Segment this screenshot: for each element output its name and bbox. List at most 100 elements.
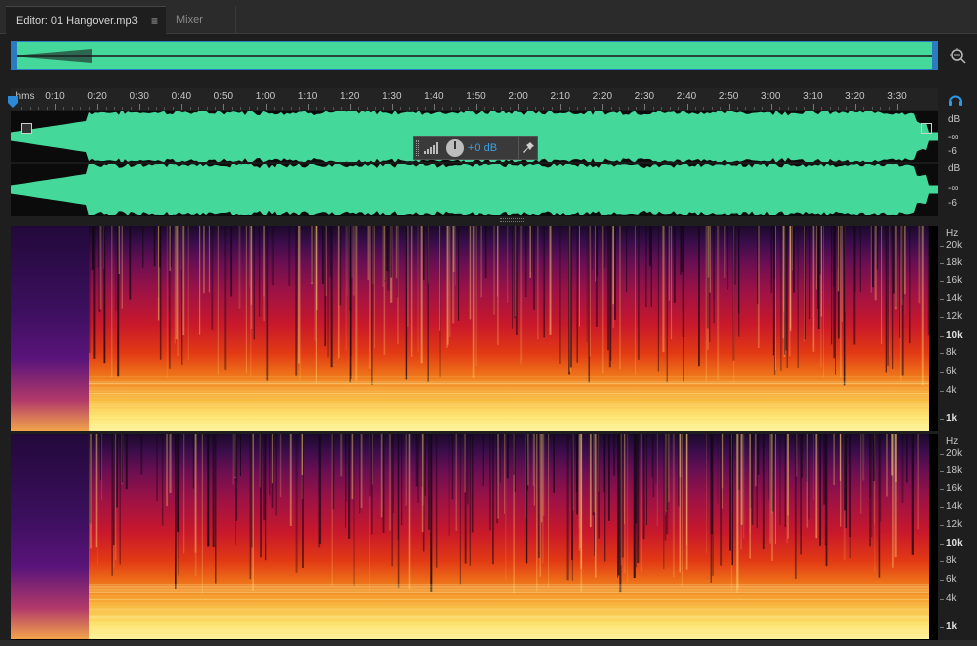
headphones-icon[interactable] — [948, 93, 963, 107]
spectral-band — [89, 415, 929, 417]
spectral-transient — [183, 434, 185, 554]
timeline-minor-tick — [248, 107, 250, 110]
spectral-transient — [610, 226, 612, 361]
hud-separator — [518, 137, 519, 159]
spectral-transient — [452, 226, 455, 272]
spectral-transient — [520, 226, 522, 365]
spectral-band — [89, 618, 929, 620]
spectral-band — [89, 410, 929, 412]
spectral-band — [89, 382, 929, 384]
spectral-transient — [249, 226, 250, 288]
spectral-transient — [840, 434, 842, 527]
timeline-minor-tick — [450, 107, 452, 110]
playhead-marker[interactable] — [8, 96, 18, 108]
timeline-tick-label: 2:40 — [676, 91, 697, 102]
volume-hud[interactable]: +0 dB — [413, 136, 538, 160]
spectral-transient — [384, 226, 386, 281]
spectral-transient — [614, 226, 616, 320]
spectral-transients-2 — [89, 434, 929, 635]
spectral-transient — [779, 434, 781, 525]
zoom-navigator-icon[interactable] — [949, 47, 967, 65]
bottom-border — [0, 640, 977, 646]
hz-tick — [940, 525, 944, 526]
spectral-transient — [655, 434, 657, 484]
timeline-tick — [644, 104, 646, 110]
fade-out-handle[interactable] — [921, 123, 932, 134]
spectral-transient — [666, 434, 668, 510]
spectral-channel-right[interactable] — [11, 434, 938, 639]
tab-mixer-label: Mixer — [176, 14, 203, 26]
timeline-minor-tick — [610, 107, 612, 110]
spectral-transient — [819, 226, 821, 275]
spectral-band — [89, 411, 929, 413]
volume-value[interactable]: +0 dB — [468, 142, 497, 154]
spectral-transient — [140, 434, 143, 475]
timeline-minor-tick — [678, 107, 680, 110]
spectral-transient — [405, 226, 408, 380]
spectral-transient — [640, 434, 642, 572]
timeline-minor-tick — [888, 107, 890, 110]
spectral-frequency-display[interactable] — [11, 226, 938, 640]
overview-waveform — [12, 49, 937, 63]
spectral-transient — [156, 434, 158, 501]
spectral-band — [89, 621, 929, 623]
spectral-transient — [489, 434, 491, 531]
spectral-transient — [595, 226, 598, 327]
timeline-minor-tick — [156, 107, 158, 110]
timeline-tick-label: 0:10 — [45, 91, 65, 102]
spectral-transient — [211, 226, 214, 330]
spectral-transient — [819, 434, 821, 546]
hz-tick-label: 6k — [946, 366, 957, 377]
tab-mixer[interactable]: Mixer — [166, 6, 236, 34]
spectral-transient — [736, 434, 739, 590]
spectral-transient — [469, 226, 472, 320]
panel-split-handle[interactable] — [500, 218, 524, 222]
spectral-transient — [157, 226, 160, 321]
spectral-transient — [199, 226, 201, 335]
spectral-transient — [717, 226, 720, 380]
spectral-transient — [537, 226, 539, 340]
spectral-transient — [823, 434, 826, 505]
waveform-channel-right[interactable] — [11, 164, 938, 215]
hz-tick-label: 8k — [946, 347, 957, 358]
spectral-transient — [119, 434, 121, 565]
spectral-transient — [448, 434, 450, 537]
timeline-tick — [854, 104, 856, 110]
volume-knob[interactable] — [446, 139, 464, 157]
spectral-transient — [263, 434, 266, 521]
spectral-transient — [553, 434, 555, 493]
spectral-transient — [187, 226, 189, 360]
spectral-channel-left[interactable] — [11, 226, 938, 431]
hz-tick — [940, 299, 944, 300]
spectral-transient — [768, 434, 770, 501]
overview-navigator[interactable] — [11, 41, 938, 70]
spectral-transient — [670, 226, 673, 340]
spectral-transient — [217, 226, 219, 375]
spectral-transient — [175, 434, 177, 589]
spectral-band — [89, 587, 929, 588]
overview-right-handle[interactable] — [932, 42, 937, 69]
spectral-transient — [369, 226, 371, 369]
spectral-band — [89, 379, 929, 381]
spectral-transient — [833, 226, 835, 288]
hz-tick — [940, 489, 944, 490]
spectral-transient — [789, 226, 792, 332]
db-minus6-label-2: -6 — [948, 198, 957, 209]
spectral-transient — [166, 434, 168, 507]
hud-grip-handle[interactable] — [416, 140, 419, 156]
pin-icon[interactable] — [523, 141, 535, 155]
spectral-band — [89, 403, 929, 405]
waveform-display[interactable] — [11, 111, 938, 216]
hz-unit-label: Hz — [946, 436, 959, 447]
tab-menu-icon[interactable]: ≡ — [151, 7, 158, 35]
tab-editor[interactable]: Editor: 01 Hangover.mp3 ≡ — [6, 6, 166, 34]
overview-left-handle[interactable] — [12, 42, 17, 69]
spectral-transient — [527, 434, 529, 486]
timeline-ruler[interactable]: hms 0:10 0:20 0:30 0:40 0:50 1:00 1:10 1:20 1:30… — [11, 88, 938, 110]
timeline-tick-label: 0:40 — [171, 91, 192, 102]
spectral-transient — [840, 226, 842, 378]
fade-in-handle[interactable] — [21, 123, 32, 134]
timeline-minor-tick — [753, 107, 755, 110]
spectral-transient — [904, 226, 906, 315]
hz-tick — [940, 454, 944, 455]
